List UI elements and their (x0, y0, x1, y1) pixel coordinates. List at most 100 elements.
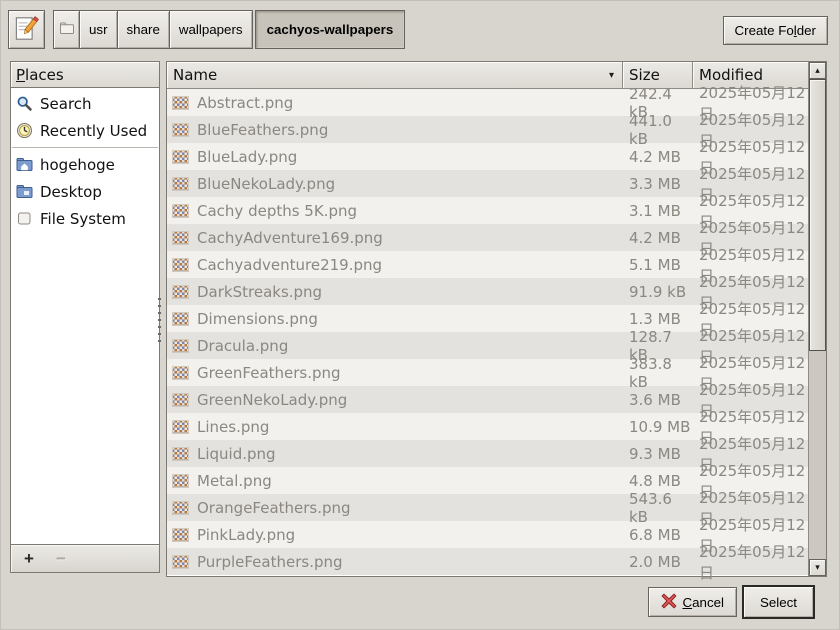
image-file-icon (172, 311, 189, 326)
path-button-usr[interactable]: usr (79, 10, 118, 49)
file-name-cell: BlueLady.png (167, 148, 623, 166)
file-name-cell: DarkStreaks.png (167, 283, 623, 301)
image-file-icon (172, 338, 189, 353)
path-root-button[interactable] (53, 10, 80, 49)
file-name-cell: OrangeFeathers.png (167, 499, 623, 517)
search-icon (15, 95, 33, 112)
file-name: Cachyadventure219.png (197, 255, 383, 274)
scroll-up-arrow-icon[interactable]: ▴ (809, 62, 826, 79)
file-name: PurpleFeathers.png (197, 552, 343, 571)
file-size: 1.3 MB (629, 309, 681, 328)
file-size: 6.8 MB (629, 525, 681, 544)
create-folder-button[interactable]: Create Fo l der (722, 16, 828, 45)
file-size: 4.2 MB (629, 147, 681, 166)
file-name: Metal.png (197, 471, 272, 490)
cancel-mnemonic: C (682, 594, 693, 610)
image-file-icon (172, 95, 189, 110)
image-file-icon (172, 554, 189, 569)
sidebar-item-label: hogehoge (40, 155, 115, 174)
drive-icon (15, 211, 33, 226)
home-folder-icon (15, 157, 33, 172)
path-button-cachyos-wallpapers[interactable]: cachyos-wallpapers (254, 10, 406, 49)
file-name-cell: PurpleFeathers.png (167, 553, 623, 571)
file-size: 3.6 MB (629, 390, 681, 409)
folder-icon (59, 21, 75, 38)
sidebar-item-label: Desktop (40, 182, 102, 201)
sidebar-item-desktop[interactable]: Desktop (11, 178, 159, 205)
image-file-icon (172, 500, 189, 515)
file-chooser-dialog: { "toolbar": { "location_toggle_icon": "… (0, 0, 840, 630)
image-file-icon (172, 122, 189, 137)
file-name-cell: PinkLady.png (167, 526, 623, 544)
image-file-icon (172, 392, 189, 407)
sidebar-item-search[interactable]: Search (11, 90, 159, 117)
sidebar-item-file-system[interactable]: File System (11, 205, 159, 232)
red-x-icon (661, 593, 677, 612)
sidebar-separator (12, 147, 158, 148)
image-file-icon (172, 203, 189, 218)
file-size: 91.9 kB (629, 282, 687, 301)
file-name-cell: Liquid.png (167, 445, 623, 463)
pencil-edit-icon (14, 15, 39, 45)
sidebar-item-label: File System (40, 209, 126, 228)
image-file-icon (172, 473, 189, 488)
image-file-icon (172, 149, 189, 164)
file-name-cell: Cachy depths 5K.png (167, 202, 623, 220)
table-row[interactable]: PurpleFeathers.png 2.0 MB 2025年05月12日 (167, 543, 810, 582)
create-folder-label-pre: Create Fo (734, 23, 794, 38)
vertical-scrollbar[interactable]: ▴ ▾ (808, 62, 826, 576)
file-name-cell: CachyAdventure169.png (167, 229, 623, 247)
file-name: Dracula.png (197, 336, 289, 355)
file-name: Cachy depths 5K.png (197, 201, 358, 220)
scrollbar-thumb[interactable] (809, 79, 826, 351)
file-name-cell: BlueNekoLady.png (167, 175, 623, 193)
file-name-cell: Dracula.png (167, 337, 623, 355)
file-size: 4.2 MB (629, 228, 681, 247)
file-modified: 2025年05月12日 (699, 542, 806, 582)
file-name: CachyAdventure169.png (197, 228, 383, 247)
file-name-cell: Lines.png (167, 418, 623, 436)
file-size: 441.0 kB (629, 111, 672, 148)
places-column-header[interactable]: Places (10, 61, 160, 88)
file-size: 3.1 MB (629, 201, 681, 220)
file-name: PinkLady.png (197, 525, 296, 544)
file-name: Dimensions.png (197, 309, 318, 328)
path-button-share[interactable]: share (116, 10, 170, 49)
path-bar: usr share wallpapers cachyos-wallpapers (53, 10, 406, 49)
select-button[interactable]: Select (742, 585, 815, 619)
pane-resize-grip[interactable] (157, 298, 163, 346)
image-file-icon (172, 527, 189, 542)
file-name-cell: Metal.png (167, 472, 623, 490)
sort-arrow-down-icon: ▾ (608, 69, 614, 81)
places-sidebar: Places Search Recently Used hogehoge Des… (10, 61, 160, 573)
places-list: Search Recently Used hogehoge Desktop Fi… (10, 88, 160, 545)
sidebar-item-home[interactable]: hogehoge (11, 151, 159, 178)
file-list-panel: Name ▾ Size Modified Abstract.png 242.4 … (166, 61, 827, 582)
file-rows: Abstract.png 242.4 kB 2025年05月12日 BlueFe… (167, 84, 810, 582)
file-name-cell: Cachyadventure219.png (167, 256, 623, 274)
remove-bookmark-button: − (47, 548, 75, 570)
type-location-toggle-button[interactable] (8, 10, 45, 49)
file-name: GreenFeathers.png (197, 363, 341, 382)
scroll-down-arrow-icon[interactable]: ▾ (809, 559, 826, 576)
add-bookmark-button[interactable]: + (15, 548, 43, 570)
cancel-label: ancel (692, 594, 724, 610)
image-file-icon (172, 284, 189, 299)
path-button-wallpapers[interactable]: wallpapers (168, 10, 253, 49)
file-size: 543.6 kB (629, 489, 672, 526)
column-header-name-label: Name (173, 66, 218, 84)
places-label: laces (25, 65, 64, 84)
cancel-button[interactable]: Cancel (648, 587, 737, 617)
sidebar-item-recently-used[interactable]: Recently Used (11, 117, 159, 144)
file-name: BlueLady.png (197, 147, 298, 166)
desktop-folder-icon (15, 184, 33, 199)
sidebar-item-label: Search (40, 94, 92, 113)
places-mnemonic: P (16, 65, 26, 84)
file-size: 9.3 MB (629, 444, 681, 463)
clock-icon (15, 122, 33, 139)
column-header-name[interactable]: Name ▾ (167, 62, 623, 89)
image-file-icon (172, 446, 189, 461)
file-name: Liquid.png (197, 444, 276, 463)
image-file-icon (172, 257, 189, 272)
image-file-icon (172, 419, 189, 434)
